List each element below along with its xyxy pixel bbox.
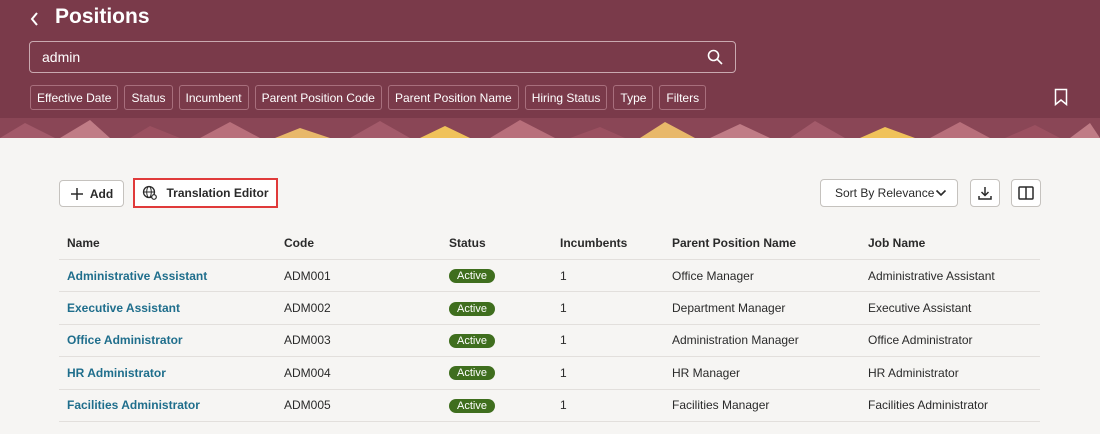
column-header-name[interactable]: Name <box>59 236 284 250</box>
position-code: ADM001 <box>284 268 331 283</box>
positions-table: Name Code Status Incumbents Parent Posit… <box>59 226 1040 422</box>
decorative-pattern <box>0 118 1100 138</box>
plus-icon <box>70 187 83 200</box>
job-name: Facilities Administrator <box>868 398 989 413</box>
parent-position-name: Administration Manager <box>672 333 799 348</box>
incumbents-count: 1 <box>560 398 567 413</box>
incumbents-count: 1 <box>560 333 567 348</box>
translation-editor-button[interactable]: Translation Editor <box>133 178 278 208</box>
column-header-status[interactable]: Status <box>449 236 560 250</box>
page-title: Positions <box>55 5 150 28</box>
job-name: Administrative Assistant <box>868 268 995 283</box>
filter-chip-status[interactable]: Status <box>124 85 173 110</box>
parent-position-name: HR Manager <box>672 365 741 380</box>
status-badge: Active <box>449 301 495 316</box>
sort-select[interactable]: Sort By Relevance <box>820 179 958 207</box>
filter-chip-filters[interactable]: Filters <box>659 85 707 110</box>
table-row[interactable]: Executive Assistant ADM002 Active 1 Depa… <box>59 292 1040 325</box>
filter-chips: Effective Date Status Incumbent Parent P… <box>30 85 707 110</box>
position-code: ADM004 <box>284 365 331 380</box>
chevron-down-icon <box>935 189 947 197</box>
search-icon[interactable] <box>707 49 723 65</box>
filter-chip-hiring-status[interactable]: Hiring Status <box>524 85 608 110</box>
search-input[interactable] <box>42 42 702 72</box>
filter-chip-parent-position-name[interactable]: Parent Position Name <box>387 85 519 110</box>
parent-position-name: Department Manager <box>672 301 786 316</box>
download-button[interactable] <box>970 179 1000 207</box>
position-name-link[interactable]: Administrative Assistant <box>67 269 207 283</box>
parent-position-name: Office Manager <box>672 268 754 283</box>
job-name: Office Administrator <box>868 333 973 348</box>
download-icon <box>978 187 992 200</box>
filter-chip-parent-position-code[interactable]: Parent Position Code <box>254 85 382 110</box>
status-badge: Active <box>449 398 495 413</box>
filter-chip-incumbent[interactable]: Incumbent <box>178 85 249 110</box>
incumbents-count: 1 <box>560 301 567 316</box>
table-row[interactable]: Administrative Assistant ADM001 Active 1… <box>59 260 1040 293</box>
table-row[interactable]: Facilities Administrator ADM005 Active 1… <box>59 390 1040 422</box>
filter-chip-effective-date[interactable]: Effective Date <box>30 85 119 110</box>
status-badge: Active <box>449 366 495 381</box>
position-name-link[interactable]: Office Administrator <box>67 333 183 347</box>
parent-position-name: Facilities Manager <box>672 398 770 413</box>
columns-icon <box>1018 186 1034 200</box>
position-name-link[interactable]: Executive Assistant <box>67 301 180 315</box>
table-row[interactable]: HR Administrator ADM004 Active 1 HR Mana… <box>59 357 1040 390</box>
page-header: Positions Effective Date Status Incumben… <box>0 0 1100 138</box>
columns-button[interactable] <box>1011 179 1041 207</box>
globe-icon <box>143 185 158 200</box>
search-box <box>29 41 736 73</box>
status-badge: Active <box>449 269 495 284</box>
filter-chip-type[interactable]: Type <box>613 85 654 110</box>
back-button[interactable] <box>22 6 48 32</box>
incumbents-count: 1 <box>560 365 567 380</box>
bookmark-icon[interactable] <box>1054 88 1068 106</box>
chevron-left-icon <box>30 12 38 26</box>
column-header-job-name[interactable]: Job Name <box>868 236 1040 250</box>
translation-editor-label: Translation Editor <box>166 186 269 200</box>
position-code: ADM005 <box>284 398 331 413</box>
add-button[interactable]: Add <box>59 180 124 207</box>
column-header-incumbents[interactable]: Incumbents <box>560 236 672 250</box>
job-name: HR Administrator <box>868 365 959 380</box>
job-name: Executive Assistant <box>868 301 972 316</box>
sort-select-label: Sort By Relevance <box>835 186 935 200</box>
add-button-label: Add <box>89 186 114 201</box>
status-badge: Active <box>449 333 495 348</box>
column-header-code[interactable]: Code <box>284 236 449 250</box>
position-name-link[interactable]: Facilities Administrator <box>67 398 200 412</box>
table-row[interactable]: Office Administrator ADM003 Active 1 Adm… <box>59 325 1040 358</box>
column-header-parent-position-name[interactable]: Parent Position Name <box>672 236 868 250</box>
table-header: Name Code Status Incumbents Parent Posit… <box>59 226 1040 260</box>
position-code: ADM002 <box>284 301 331 316</box>
incumbents-count: 1 <box>560 268 567 283</box>
position-name-link[interactable]: HR Administrator <box>67 366 166 380</box>
position-code: ADM003 <box>284 333 331 348</box>
